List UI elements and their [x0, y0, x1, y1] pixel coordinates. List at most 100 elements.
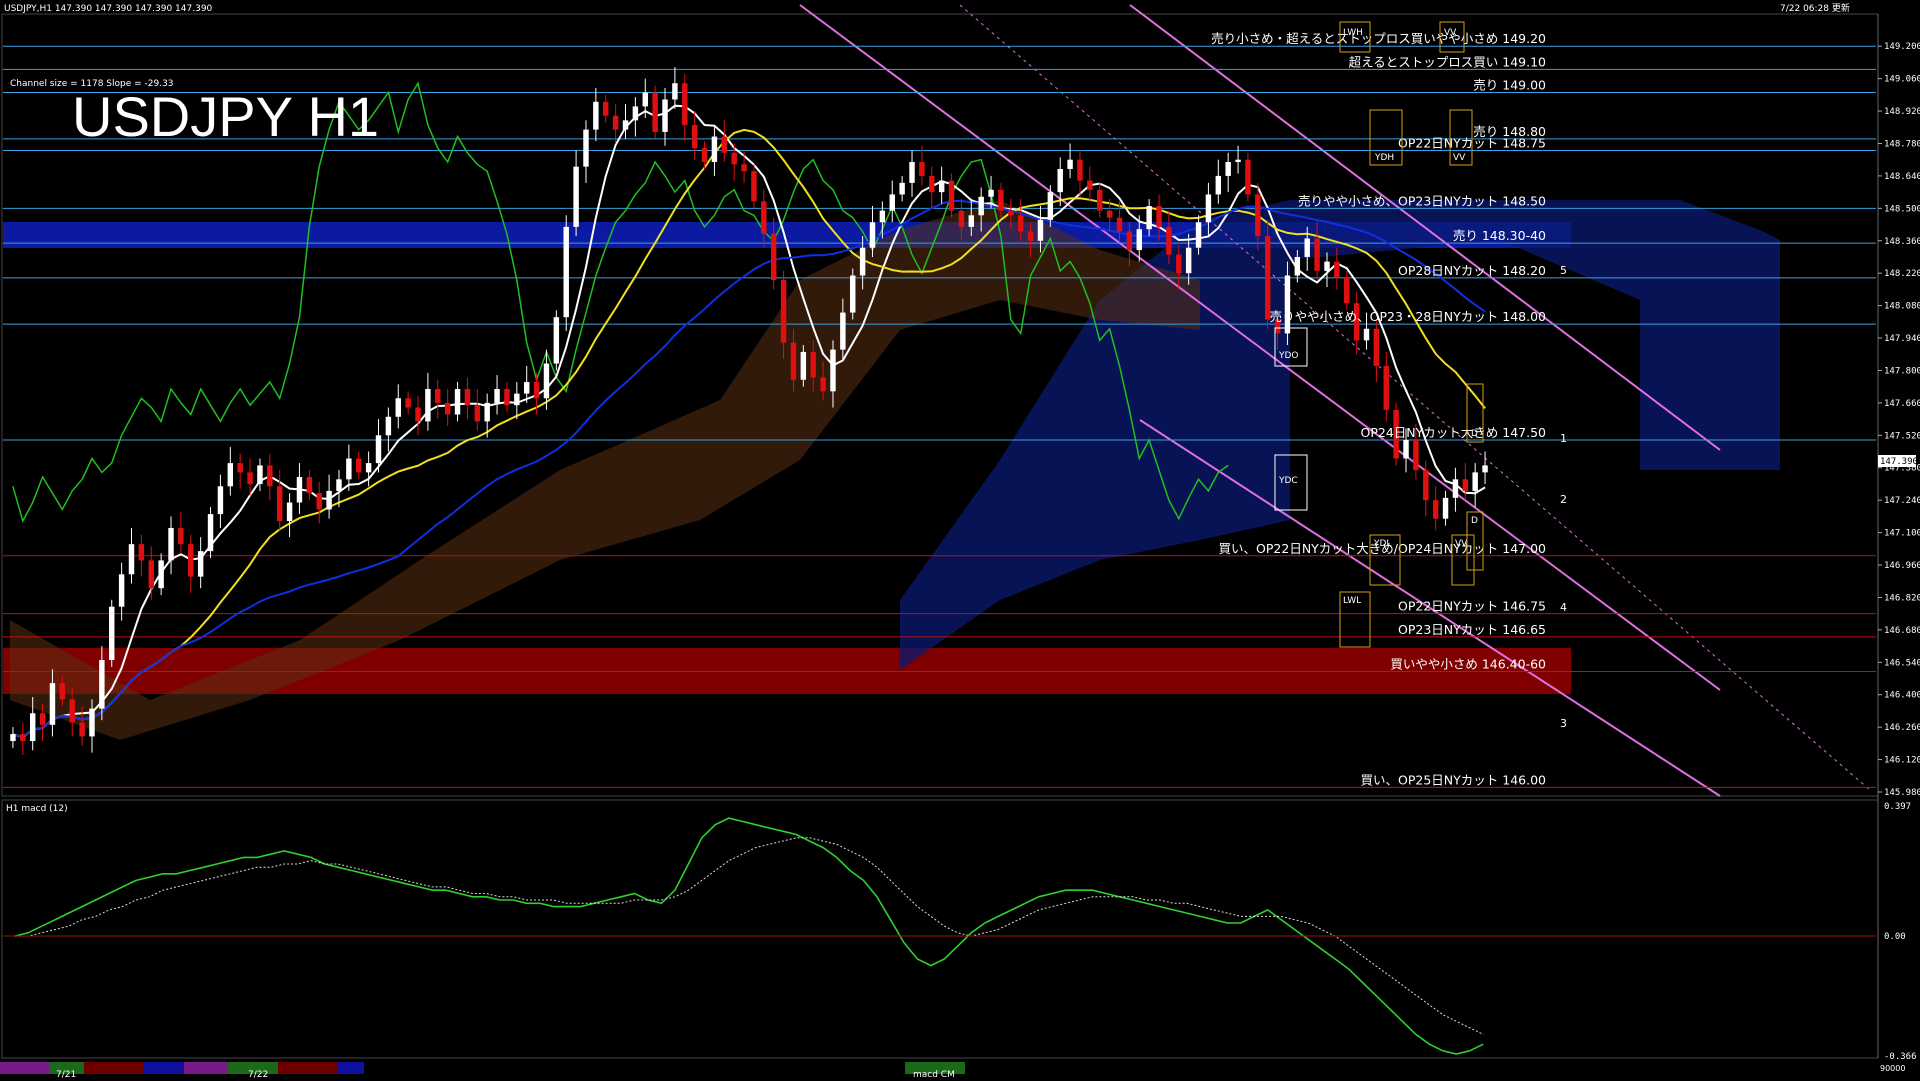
candle-body: [1413, 439, 1419, 471]
candle-body: [800, 351, 807, 380]
candle-body: [29, 713, 36, 742]
session-segment: 7/21: [50, 1062, 84, 1080]
candle-body: [1067, 159, 1073, 169]
candle-body: [89, 708, 95, 737]
session-segment: [144, 1062, 184, 1074]
candle-body: [583, 129, 589, 167]
level-label: 売り 148.30-40: [1453, 228, 1546, 243]
price-tick-label: 146.680: [1884, 626, 1920, 636]
candle-body: [1215, 175, 1222, 195]
candle-body: [889, 194, 895, 211]
candle-body: [573, 166, 579, 227]
candle-body: [1225, 162, 1231, 176]
candle-body: [118, 574, 125, 607]
candle-body: [217, 486, 224, 515]
candle-body: [1472, 472, 1478, 491]
candle-body: [1195, 222, 1202, 248]
candle-body: [454, 388, 461, 415]
candle-body: [286, 502, 293, 522]
session-segment: [278, 1062, 338, 1074]
session-segment: [184, 1062, 228, 1074]
box-label-d-2: D: [1471, 516, 1478, 526]
candle-body: [662, 99, 668, 132]
candle-body: [494, 388, 500, 403]
candle-body: [1383, 365, 1389, 410]
candle-body: [1423, 470, 1429, 501]
price-tick-label: 148.360: [1884, 237, 1920, 247]
macd-tick-label: 0.00: [1884, 932, 1906, 942]
price-tick-label: 147.660: [1884, 399, 1920, 409]
candle-body: [1442, 497, 1449, 519]
candle-body: [1284, 275, 1291, 334]
candle-body: [178, 527, 184, 545]
candle-body: [1008, 210, 1014, 216]
candle-body: [543, 363, 550, 399]
price-tick-label: 148.500: [1884, 204, 1920, 214]
wave-label-1: 1: [1560, 432, 1567, 445]
candle-body: [899, 182, 905, 195]
candle-body: [711, 136, 718, 163]
candle-body: [138, 544, 145, 561]
date-label-1: 7/21: [56, 1070, 77, 1080]
wave-label-3: 3: [1560, 717, 1567, 730]
box-label-ydo: YDO: [1278, 351, 1299, 361]
candle-body: [751, 171, 757, 202]
price-tick-label: 148.220: [1884, 269, 1920, 279]
candle-body: [1264, 236, 1271, 320]
candle-body: [326, 490, 332, 510]
candle-body: [533, 382, 540, 399]
box-label-lwl: LWL: [1343, 596, 1361, 606]
level-label: OP24日NYカット大きめ 147.50: [1361, 425, 1547, 440]
time-axis-bar[interactable]: 7/21 7/22 macd CM: [0, 1062, 1878, 1080]
candle-body: [1373, 328, 1380, 366]
candle-body: [1314, 238, 1320, 271]
candle-body: [938, 180, 945, 193]
candle-body: [603, 101, 609, 116]
wave-label-5: 5: [1560, 264, 1567, 277]
price-tick-label: 146.400: [1884, 691, 1920, 701]
box-label-vv-3: VV: [1455, 539, 1468, 549]
candle-body: [701, 148, 708, 163]
wave-label-4: 4: [1560, 601, 1567, 614]
candle-body: [148, 560, 154, 589]
price-tick-label: 147.100: [1884, 529, 1920, 539]
candle-body: [968, 215, 975, 227]
session-segment: [84, 1062, 144, 1074]
level-label: OP23日NYカット 146.65: [1398, 622, 1546, 637]
level-label: 買い、OP25日NYカット 146.00: [1361, 772, 1547, 787]
candle-body: [188, 544, 194, 577]
candle-body: [99, 659, 105, 709]
macd-tab[interactable]: macd CM: [905, 1062, 965, 1080]
candle-body: [869, 222, 876, 248]
candle-body: [523, 382, 530, 394]
candle-body: [306, 477, 313, 494]
candle-body: [810, 351, 816, 378]
candle-body: [682, 83, 688, 125]
candle-body: [395, 398, 401, 417]
level-label: 売りやや小さめ、OP23日NYカット 148.50: [1298, 193, 1546, 208]
price-tick-label: 146.120: [1884, 756, 1920, 766]
candle-body: [464, 388, 471, 406]
candle-body: [1294, 256, 1301, 276]
price-tick-label: 148.780: [1884, 139, 1920, 149]
price-tick-label: 146.540: [1884, 658, 1920, 668]
candle-body: [1432, 500, 1439, 519]
candle-body: [1097, 189, 1103, 211]
candle-body: [622, 120, 629, 130]
candle-body: [859, 247, 866, 276]
chart-stage[interactable]: 149.200 149.060 148.920 148.780 148.640 148.5…: [0, 0, 1920, 1080]
price-tick-label: 147.800: [1884, 366, 1920, 376]
candle-body: [1176, 254, 1182, 274]
candle-body: [721, 136, 728, 153]
candle-body: [1106, 210, 1113, 218]
price-tick-label: 149.200: [1884, 42, 1920, 52]
level-label: OP28日NYカット 148.20: [1398, 263, 1546, 278]
macd-tick-label: -0.366: [1884, 1052, 1917, 1062]
candle-body: [1324, 261, 1330, 271]
candle-body: [158, 560, 164, 589]
session-segment: 7/22: [228, 1062, 278, 1080]
candle-body: [435, 388, 441, 403]
candle-body: [365, 463, 372, 473]
candle-body: [1452, 479, 1459, 498]
box-label-d-1: D: [1471, 429, 1478, 439]
